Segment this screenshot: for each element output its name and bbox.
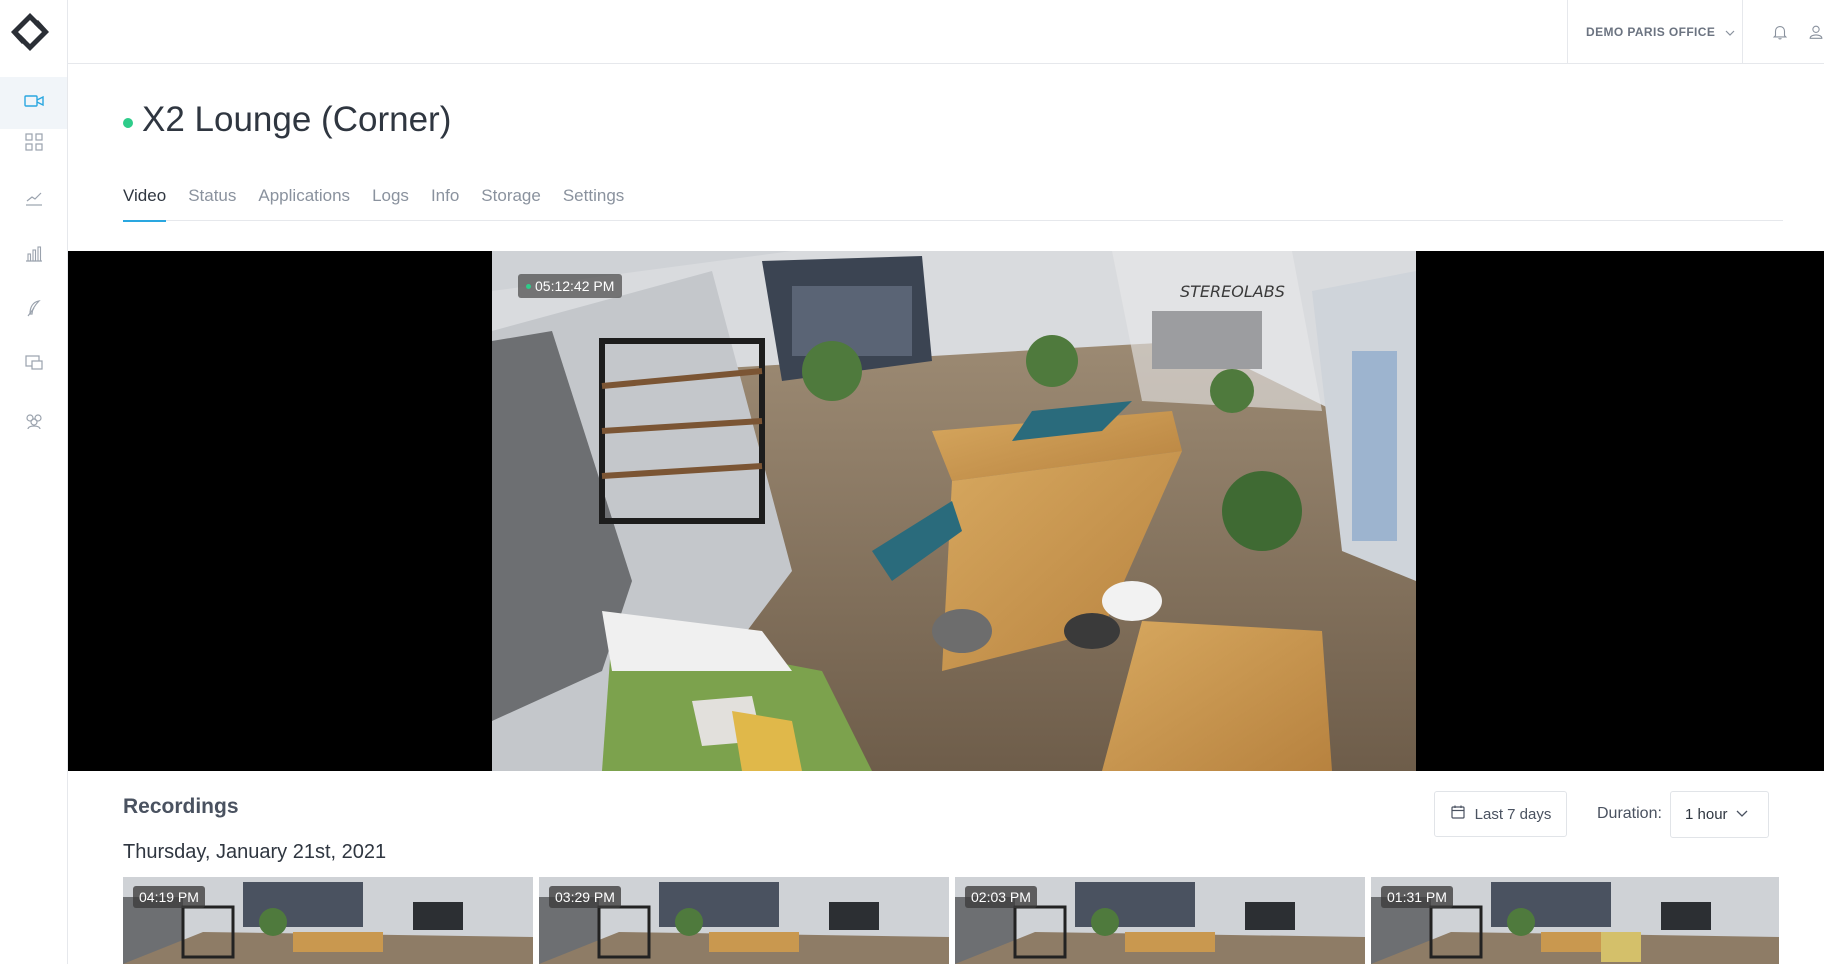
bell-icon[interactable] <box>1768 20 1792 44</box>
calendar-icon <box>1450 804 1475 824</box>
recording-time: 03:29 PM <box>549 886 621 908</box>
sidebar-item-apps[interactable] <box>0 284 67 336</box>
recording-thumbnail[interactable]: 03:29 PM <box>539 877 949 964</box>
user-icon[interactable] <box>1804 20 1824 44</box>
organization-name: DEMO PARIS OFFICE <box>1586 25 1716 39</box>
sidebar-item-trends[interactable] <box>0 174 67 226</box>
chevron-down-icon <box>1725 27 1735 37</box>
tab-info[interactable]: Info <box>431 180 459 221</box>
top-bar: DEMO PARIS OFFICE <box>68 0 1824 64</box>
bar-chart-icon <box>23 243 45 270</box>
tab-status[interactable]: Status <box>188 180 236 221</box>
live-indicator <box>526 283 531 289</box>
feather-icon <box>23 297 45 324</box>
team-icon <box>23 410 45 437</box>
stereolabs-logo-icon[interactable] <box>8 10 52 54</box>
tab-logs[interactable]: Logs <box>372 180 409 221</box>
status-indicator <box>123 118 133 128</box>
organization-select[interactable]: DEMO PARIS OFFICE <box>1567 0 1743 64</box>
recording-thumbnail[interactable]: 04:19 PM <box>123 877 533 964</box>
camera-icon <box>23 90 45 117</box>
date-range-button[interactable]: Last 7 days <box>1434 791 1567 837</box>
trend-chart-icon <box>23 187 45 214</box>
sidebar-item-analytics[interactable] <box>0 230 67 282</box>
live-timestamp: 05:12:42 PM <box>518 274 623 298</box>
recording-time: 02:03 PM <box>965 886 1037 908</box>
tab-settings[interactable]: Settings <box>563 180 624 221</box>
recordings-thumbnails: 04:19 PM 03:29 PM 02:03 PM 01:31 PM <box>123 877 1779 964</box>
date-range-label: Last 7 days <box>1474 805 1552 823</box>
recordings-date-heading: Thursday, January 21st, 2021 <box>123 841 387 863</box>
recording-time: 04:19 PM <box>133 886 205 908</box>
duration-value: 1 hour <box>1685 806 1728 823</box>
tab-storage[interactable]: Storage <box>481 180 541 221</box>
recording-thumbnail[interactable]: 01:31 PM <box>1371 877 1779 964</box>
recording-thumbnail[interactable]: 02:03 PM <box>955 877 1365 964</box>
duration-select[interactable]: 1 hour <box>1670 791 1769 838</box>
tab-applications[interactable]: Applications <box>258 180 350 221</box>
sidebar-item-team[interactable] <box>0 397 67 449</box>
page-title: X2 Lounge (Corner) <box>142 100 452 139</box>
camera-tabs: Video Status Applications Logs Info Stor… <box>123 180 1783 222</box>
sidebar <box>0 0 68 964</box>
live-video-feed[interactable]: STEREOLABS 05:12:42 PM <box>492 251 1416 771</box>
tab-video[interactable]: Video <box>123 180 167 222</box>
sidebar-item-dashboard[interactable] <box>0 118 67 170</box>
grid-icon <box>23 131 45 158</box>
chevron-down-icon <box>1736 806 1748 823</box>
devices-icon <box>23 352 45 379</box>
duration-label: Duration: <box>1597 805 1662 822</box>
office-scene-image: STEREOLABS <box>492 251 1416 771</box>
video-player-area: STEREOLABS 05:12:42 PM <box>68 251 1824 771</box>
recordings-heading: Recordings <box>123 795 239 818</box>
sidebar-item-devices[interactable] <box>0 339 67 391</box>
recording-time: 01:31 PM <box>1381 886 1453 908</box>
wall-sign-text: STEREOLABS <box>1180 282 1285 301</box>
camera-header: X2 Lounge (Corner) <box>123 100 451 140</box>
timestamp-text: 05:12:42 PM <box>535 278 615 294</box>
